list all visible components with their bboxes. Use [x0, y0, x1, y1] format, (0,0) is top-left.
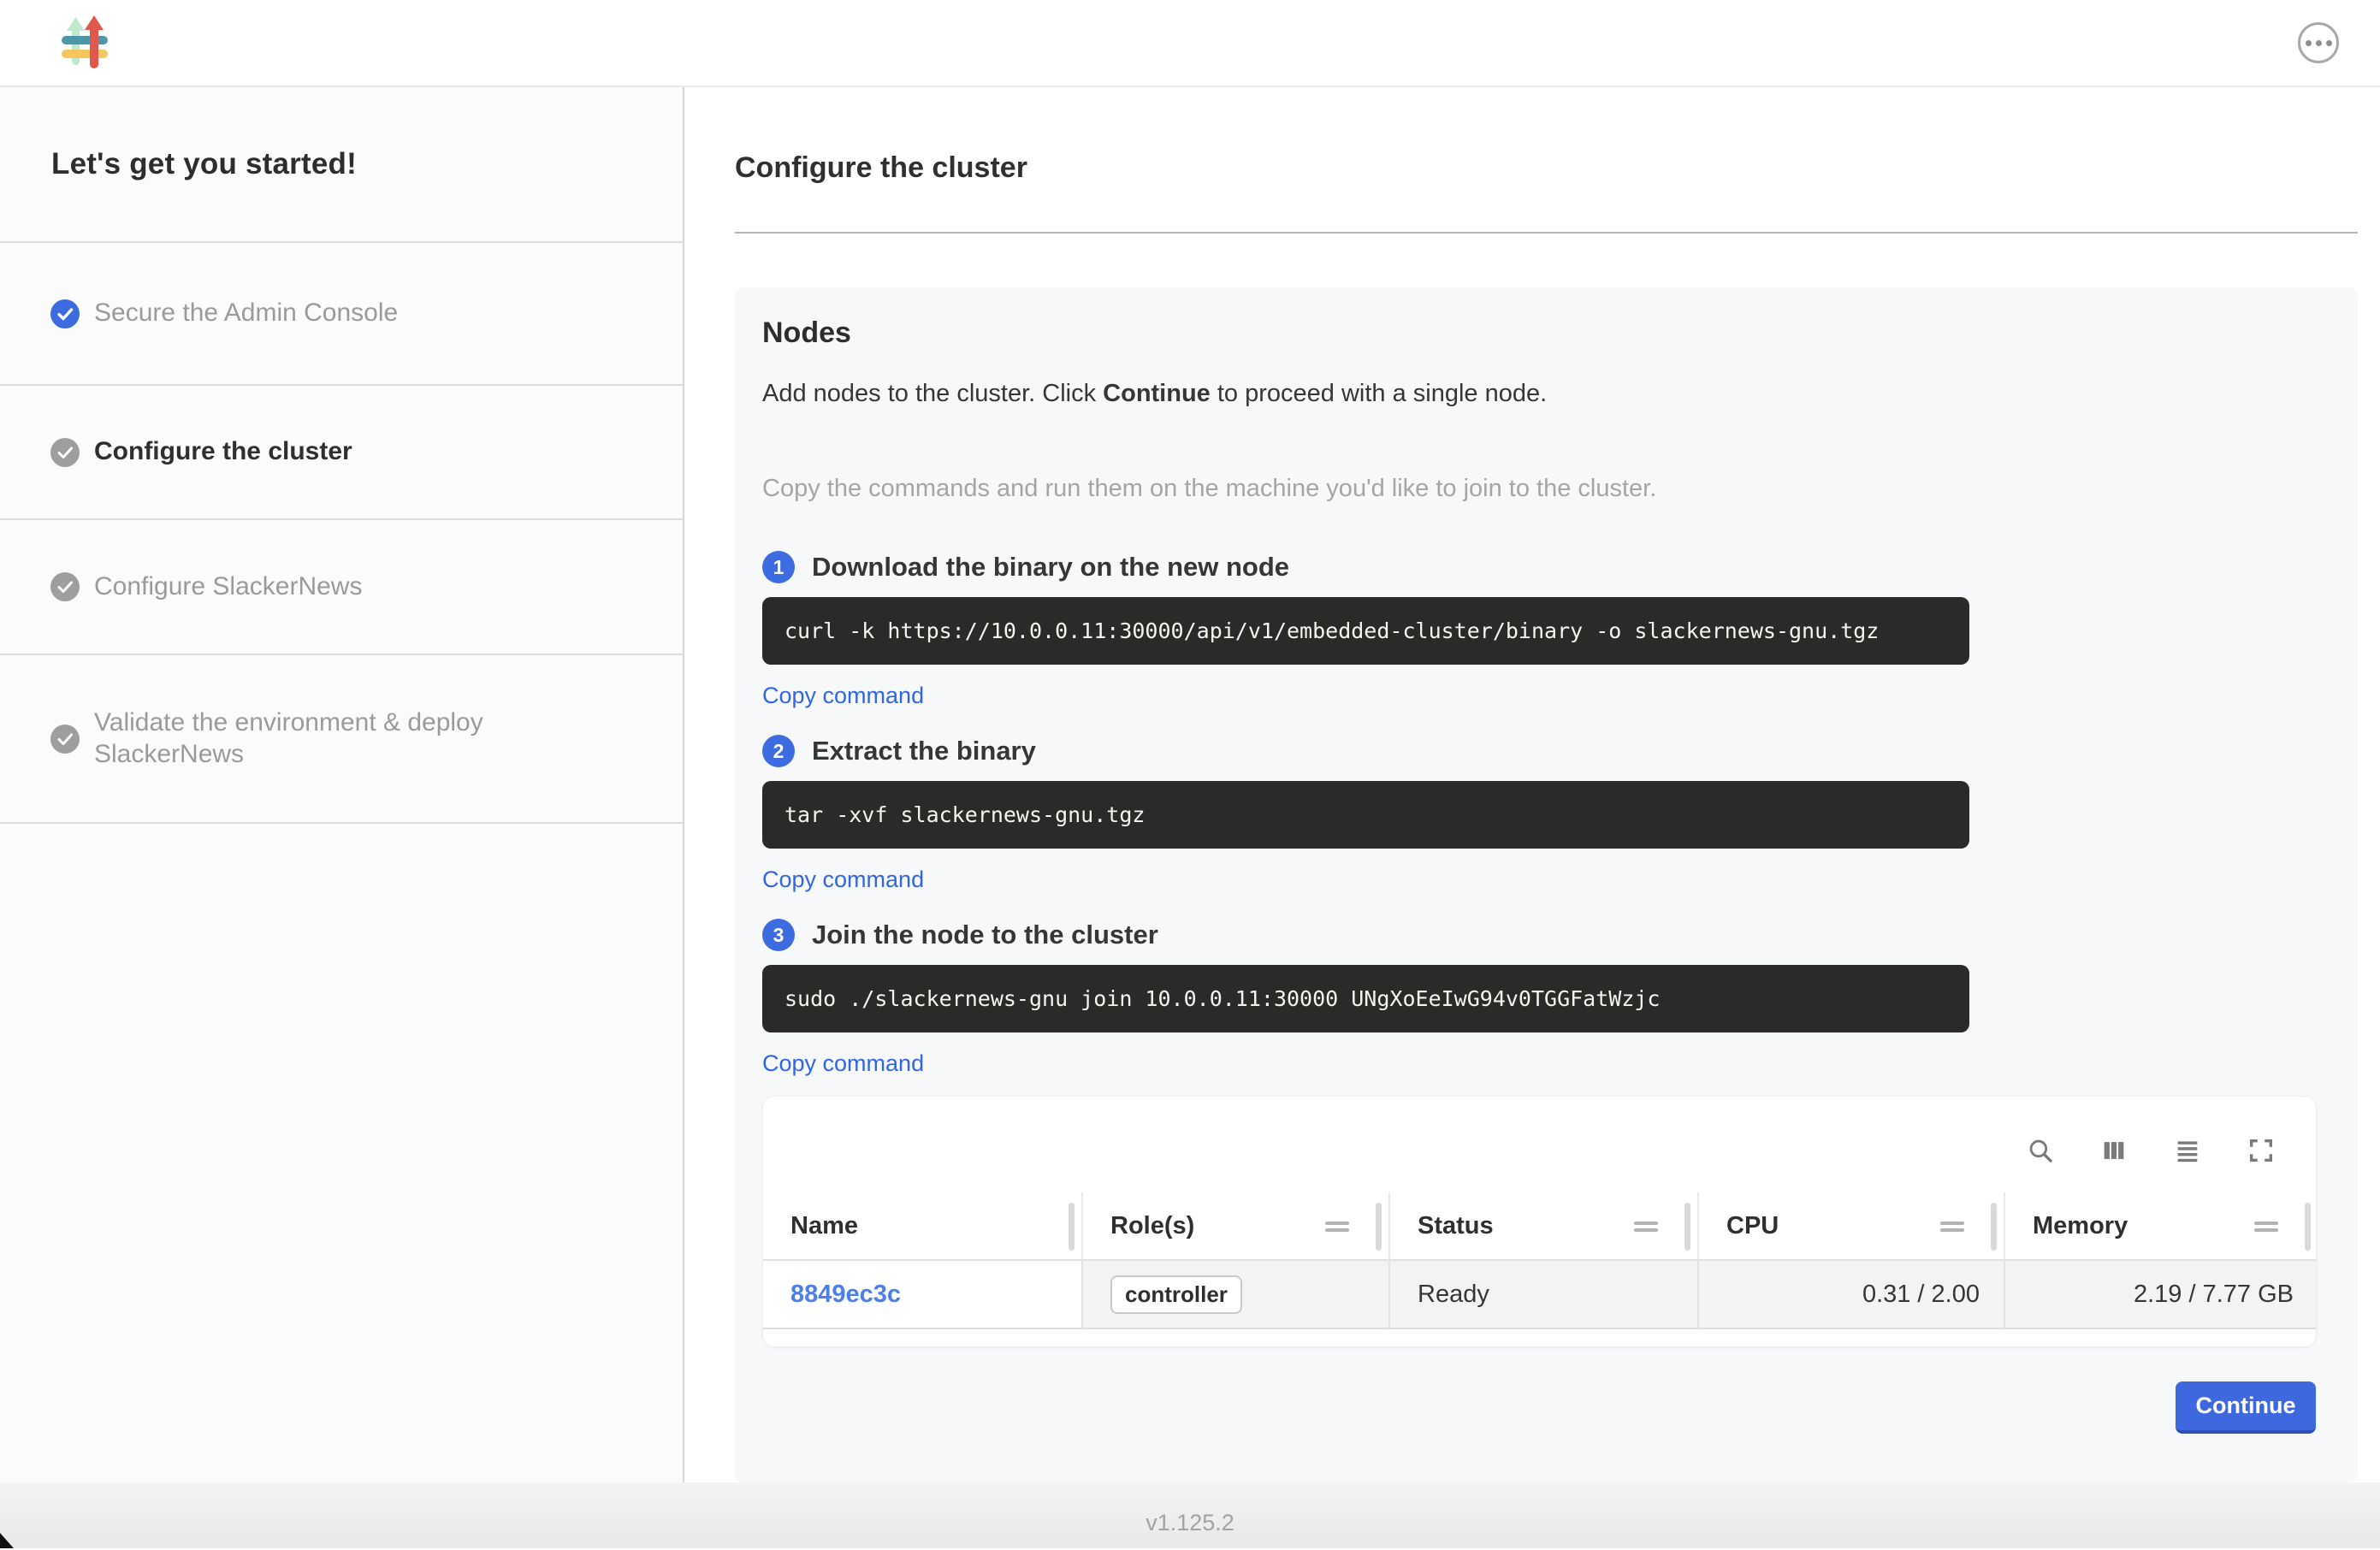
column-header-roles[interactable]: Role(s): [1081, 1192, 1388, 1261]
version-label: v1.125.2: [1146, 1510, 1234, 1536]
step-2-header: 2 Extract the binary: [762, 735, 2317, 767]
column-separator[interactable]: [1376, 1203, 1382, 1251]
column-header-cpu[interactable]: CPU: [1697, 1192, 2004, 1261]
title-divider: [735, 232, 2358, 234]
nodes-intro-text: Add nodes to the cluster. Click Continue…: [762, 380, 2317, 408]
column-separator[interactable]: [1684, 1203, 1690, 1251]
check-circle-icon: [50, 725, 80, 754]
column-header-status[interactable]: Status: [1388, 1192, 1697, 1261]
copy-command-link-3[interactable]: Copy command: [762, 1050, 924, 1077]
node-name-link[interactable]: 8849ec3c: [790, 1281, 901, 1309]
check-circle-icon: [50, 438, 80, 467]
app-logo-icon: [58, 15, 111, 70]
column-separator[interactable]: [1069, 1203, 1075, 1251]
table-footer-spacer: [763, 1329, 2316, 1346]
column-separator[interactable]: [2305, 1203, 2311, 1251]
sidebar-item-label: Configure SlackerNews: [94, 571, 362, 603]
check-circle-icon-complete: [50, 299, 80, 328]
step-2-command-codeblock: tar -xvf slackernews-gnu.tgz: [762, 781, 1969, 849]
table-row: 8849ec3c controller Ready 0.31 / 2.00 2.…: [763, 1261, 2316, 1329]
main-content: Configure the cluster Nodes Add nodes to…: [684, 87, 2380, 1482]
mouse-cursor: [0, 1533, 14, 1548]
sidebar-title: Let's get you started!: [51, 147, 357, 181]
step-1-header: 1 Download the binary on the new node: [762, 551, 2317, 583]
sidebar-item-label: Validate the environment & deploy Slacke…: [94, 707, 539, 770]
table-toolbar: [763, 1097, 2316, 1192]
step-1-command-codeblock: curl -k https://10.0.0.11:30000/api/v1/e…: [762, 597, 1969, 665]
copy-command-link-2[interactable]: Copy command: [762, 867, 924, 893]
nodes-card-title: Nodes: [762, 317, 2317, 350]
ellipsis-icon: [2306, 40, 2312, 46]
node-roles-cell: controller: [1081, 1261, 1388, 1329]
nodes-card: Nodes Add nodes to the cluster. Click Co…: [735, 287, 2358, 1482]
node-name-cell: 8849ec3c: [763, 1261, 1081, 1329]
step-3-header: 3 Join the node to the cluster: [762, 919, 2317, 951]
columns-icon[interactable]: [2099, 1135, 2129, 1166]
node-status-cell: Ready: [1388, 1261, 1697, 1329]
copy-command-link-1[interactable]: Copy command: [762, 683, 924, 709]
table-header-row: Name Role(s) Status CPU: [763, 1192, 2316, 1261]
column-resize-handle[interactable]: [1325, 1218, 1349, 1235]
search-icon[interactable]: [2025, 1135, 2056, 1166]
setup-steps-sidebar: Let's get you started! Secure the Admin …: [0, 87, 684, 1482]
sidebar-item-configure-cluster[interactable]: Configure the cluster: [0, 386, 683, 520]
step-3-number-badge: 3: [762, 919, 795, 951]
column-header-memory[interactable]: Memory: [2004, 1192, 2317, 1261]
column-separator[interactable]: [1991, 1203, 1997, 1251]
sidebar-item-secure-admin-console[interactable]: Secure the Admin Console: [0, 243, 683, 386]
step-1-number-badge: 1: [762, 551, 795, 583]
app-footer: v1.125.2: [0, 1482, 2380, 1548]
fullscreen-icon[interactable]: [2246, 1135, 2276, 1166]
continue-button[interactable]: Continue: [2176, 1381, 2316, 1434]
join-hint-text: Copy the commands and run them on the ma…: [762, 475, 2317, 503]
column-resize-handle[interactable]: [2254, 1218, 2278, 1235]
column-resize-handle[interactable]: [1940, 1218, 1964, 1235]
column-header-name[interactable]: Name: [763, 1192, 1081, 1261]
overflow-menu-button[interactable]: [2298, 22, 2339, 63]
sidebar-item-validate-deploy[interactable]: Validate the environment & deploy Slacke…: [0, 655, 683, 824]
density-icon[interactable]: [2172, 1135, 2203, 1166]
sidebar-title-block: Let's get you started!: [0, 87, 683, 243]
node-memory-cell: 2.19 / 7.77 GB: [2004, 1261, 2317, 1329]
sidebar-item-label: Configure the cluster: [94, 436, 352, 468]
page-title: Configure the cluster: [735, 151, 2358, 185]
check-circle-icon: [50, 572, 80, 601]
step-3-command-codeblock: sudo ./slackernews-gnu join 10.0.0.11:30…: [762, 965, 1969, 1032]
step-2-number-badge: 2: [762, 735, 795, 767]
sidebar-item-configure-slackernews[interactable]: Configure SlackerNews: [0, 520, 683, 655]
node-cpu-cell: 0.31 / 2.00: [1697, 1261, 2004, 1329]
column-resize-handle[interactable]: [1634, 1218, 1658, 1235]
role-chip: controller: [1110, 1275, 1242, 1314]
top-bar: [0, 0, 2380, 87]
nodes-table-panel: Name Role(s) Status CPU: [762, 1096, 2317, 1347]
sidebar-item-label: Secure the Admin Console: [94, 298, 398, 329]
